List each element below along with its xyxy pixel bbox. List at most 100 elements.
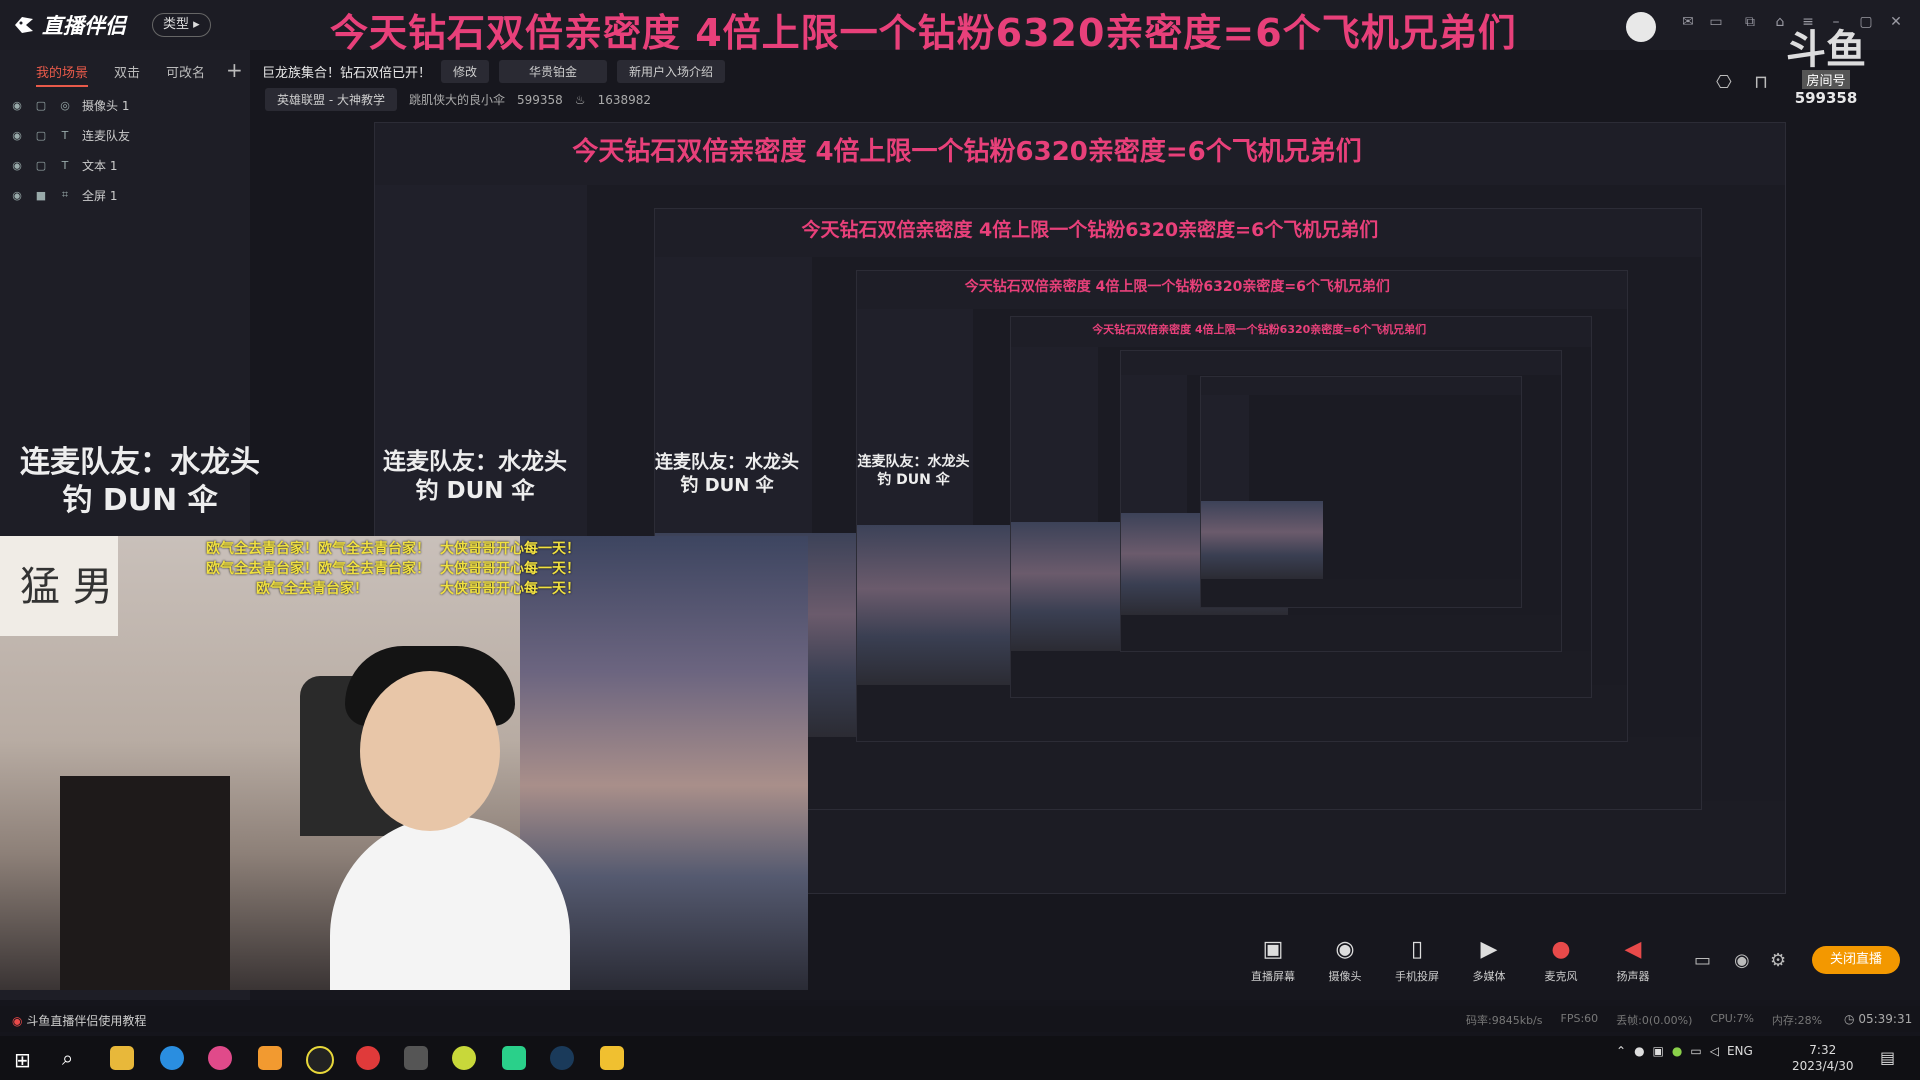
app-icon[interactable] [600,1046,624,1070]
eye-icon[interactable]: ◉ [1734,950,1750,971]
app-tray-icon[interactable]: ● [1672,1044,1682,1058]
type-button[interactable]: 类型 ▸ [152,13,211,37]
notification-icon[interactable]: ▤ [1880,1048,1895,1067]
speaker-icon: ◀ [1624,937,1642,962]
phone-cast-button[interactable]: ▯ 手机投屏 [1392,938,1442,984]
live-duration: ◷ 05:39:31 [1844,1012,1912,1026]
media-button[interactable]: ▶ 多媒体 [1464,938,1514,984]
rank-tag[interactable]: 华贵铂金 [499,60,608,83]
screen-capture-button[interactable]: ▣ 直播屏幕 [1248,938,1298,984]
tab-double-click[interactable]: 双击 [114,62,140,87]
app-logo: 直播伴侣 [12,10,126,40]
record-icon[interactable]: ▭ [1694,950,1711,971]
taskbar-clock[interactable]: 7:32 2023/4/30 [1792,1042,1854,1074]
announcement-row: 巨龙族集合！钻石双倍已开！ 修改 华贵铂金 新用户入场介绍 [262,60,726,83]
camera-icon: ◎ [60,98,70,112]
user-avatar[interactable] [1626,12,1656,42]
mic-button[interactable]: ● 麦克风 [1536,938,1586,984]
eye-icon[interactable]: ◉ [10,129,24,142]
danmaku-line: 欧气全去青台家！欧气全去青台家！ [206,541,430,557]
eye-icon[interactable]: ◉ [10,189,24,202]
tool-label: 扬声器 [1616,970,1650,983]
dropped-frames: 丢帧:0(0.00%) [1616,1014,1693,1027]
lock-icon[interactable]: ▢ [34,99,48,112]
title-banner: 今天钻石双倍亲密度 4倍上限一个钻粉6320亲密度=6个飞机兄弟们 [330,11,1517,55]
app-icon[interactable] [404,1046,428,1070]
memory: 内存:28% [1771,1014,1823,1027]
camera-icon: ◉ [1335,937,1355,962]
layer-item[interactable]: ◉ ■ ⌗ 全屏 1 [10,184,117,206]
app-logo-text: 直播伴侣 [42,14,126,38]
volume-icon[interactable]: ◁ [1710,1044,1719,1058]
display-icon[interactable]: ▣ [1653,1044,1664,1058]
tool-label: 多媒体 [1472,970,1506,983]
tab-my-scenes[interactable]: 我的场景 [36,62,89,87]
end-live-button[interactable]: 关闭直播 [1812,946,1900,974]
edit-button[interactable]: 修改 [441,60,490,83]
screen-share-icon[interactable]: ▭ [1708,14,1724,30]
nested-banner-3: 今天钻石双倍亲密度 4倍上限一个钻粉6320亲密度=6个飞机兄弟们 [964,278,1390,295]
netease-music-icon[interactable] [356,1046,380,1070]
settings-icon[interactable]: ⚙ [1770,950,1786,971]
file-explorer-icon[interactable] [110,1046,134,1070]
layer-item[interactable]: ◉ ▢ T 连麦队友 [10,124,130,146]
nested-preview-6 [1200,376,1522,608]
douyu-icon[interactable] [258,1046,282,1070]
teammate-line-2: 钓 DUN 伞 [877,471,950,488]
fps: FPS:60 [1560,1012,1599,1025]
tool-label: 直播屏幕 [1251,970,1295,983]
search-icon[interactable]: ⌕ [62,1046,73,1070]
chevron-up-icon[interactable]: ⌃ [1616,1044,1626,1058]
steam-icon[interactable] [550,1046,574,1070]
tutorial-link[interactable]: ◉ 斗鱼直播伴侣使用教程 [12,1012,146,1029]
calligraphy-text: 猛 男 [20,564,113,610]
app-icon[interactable] [502,1046,526,1070]
tab-renamable[interactable]: 可改名 [166,62,205,87]
add-scene-button[interactable]: + [226,58,243,82]
text-icon: T [61,128,69,142]
screen-icon: ▣ [1262,937,1284,962]
language-indicator[interactable]: ENG [1727,1044,1753,1058]
tool-label: 摄像头 [1328,970,1362,983]
mic-icon[interactable]: ● [1634,1044,1644,1058]
mail-icon[interactable]: ✉ [1680,14,1696,30]
cpu: CPU:7% [1710,1012,1754,1025]
newcomer-intro-tag[interactable]: 新用户入场介绍 [617,60,726,83]
chrome-icon[interactable] [208,1046,232,1070]
close-icon[interactable]: ✕ [1888,14,1904,30]
duration-text: 05:39:31 [1858,1012,1913,1026]
eye-icon[interactable]: ◉ [10,159,24,172]
stream-info-row: 英雄联盟 - 大神教学 跳肌侠大的良小伞 599358 ♨ 1638982 [265,88,651,111]
clock-icon: ◷ [1844,1012,1855,1026]
layer-item[interactable]: ◉ ▢ T 文本 1 [10,154,117,176]
announcement-text: 巨龙族集合！钻石双倍已开！ [262,66,432,81]
webcam-feed: 猛 男 [0,536,808,990]
danmaku-line: 大侠哥哥开心每一天！ [440,561,580,577]
speaker-button[interactable]: ◀ 扬声器 [1608,938,1658,984]
lock-icon[interactable]: ■ [34,189,48,202]
room-id: 599358 [516,92,563,107]
network-icon[interactable]: ▭ [1690,1044,1701,1058]
lock-icon[interactable]: ▢ [34,129,48,142]
tutorial-text: 斗鱼直播伴侣使用教程 [26,1014,147,1028]
unlock-icon[interactable]: ⊓ [1754,72,1768,93]
eye-icon[interactable]: ◉ [10,99,24,112]
gift-icon[interactable]: ⧉ [1742,14,1758,30]
fullscreen-icon: ⌗ [61,188,69,201]
edge-icon[interactable] [160,1046,184,1070]
windows-start-icon[interactable]: ⊞ [14,1048,31,1072]
play-icon: ◉ [12,1014,23,1028]
app-icon[interactable] [452,1046,476,1070]
camera-button[interactable]: ◉ 摄像头 [1320,938,1370,984]
app-circle-icon[interactable] [306,1046,334,1074]
nested-banner-4: 今天钻石双倍亲密度 4倍上限一个钻粉6320亲密度=6个飞机兄弟们 [1092,322,1427,336]
teammate-line-1: 连麦队友：水龙头 [383,449,567,475]
category-tag[interactable]: 英雄联盟 - 大神教学 [265,88,397,111]
layer-label: 文本 1 [82,158,118,173]
system-tray: ⌃ ● ▣ ● ▭ ◁ ENG [1616,1044,1753,1058]
teammate-overlay-nested-1: 连麦队友：水龙头 钓 DUN 伞 [375,448,575,506]
layer-item[interactable]: ◉ ▢ ◎ 摄像头 1 [10,94,129,116]
gift-box-icon[interactable]: ⎔ [1716,72,1732,93]
lock-icon[interactable]: ▢ [34,159,48,172]
teammate-line-2: 钓 DUN 伞 [62,482,218,518]
